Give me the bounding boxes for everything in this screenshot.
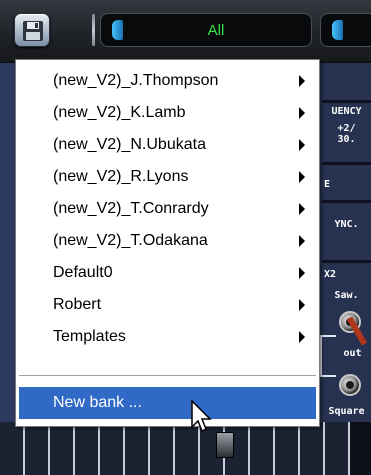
key[interactable]	[300, 422, 325, 475]
submenu-arrow-icon	[299, 139, 305, 151]
key[interactable]	[50, 422, 75, 475]
menu-item-new-bank[interactable]: New bank ...	[19, 387, 316, 419]
bank-context-menu: (new_V2)_J.Thompson (new_V2)_K.Lamb (new…	[15, 59, 320, 427]
panel-divider	[322, 100, 371, 103]
menu-item-label: (new_V2)_T.Conrardy	[53, 200, 209, 217]
menu-item-t-conrardy[interactable]: (new_V2)_T.Conrardy	[19, 193, 316, 225]
menu-separator	[19, 375, 316, 377]
preset-selector[interactable]	[320, 13, 371, 47]
menu-item-r-lyons[interactable]: (new_V2)_R.Lyons	[19, 161, 316, 193]
preset-knob-icon	[332, 20, 343, 40]
square-label: Square	[328, 406, 365, 417]
key[interactable]	[275, 422, 300, 475]
key[interactable]	[250, 422, 275, 475]
toolbar-separator	[92, 14, 95, 46]
x2-label: X2	[324, 269, 337, 280]
submenu-arrow-icon	[299, 267, 305, 279]
menu-item-label: Default0	[53, 264, 113, 281]
submenu-arrow-icon	[299, 235, 305, 247]
submenu-arrow-icon	[299, 203, 305, 215]
menu-item-k-lamb[interactable]: (new_V2)_K.Lamb	[19, 97, 316, 129]
floppy-disk-icon	[23, 21, 43, 41]
frequency-label: UENCY	[331, 106, 362, 117]
menu-item-label: (new_V2)_K.Lamb	[53, 104, 186, 121]
submenu-arrow-icon	[299, 299, 305, 311]
menu-item-label: (new_V2)_N.Ubukata	[53, 136, 206, 153]
toolbar: All	[0, 0, 371, 63]
panel-divider	[322, 200, 371, 203]
panel-divider	[322, 260, 371, 263]
menu-item-n-ubukata[interactable]: (new_V2)_N.Ubukata	[19, 129, 316, 161]
e-label: E	[324, 179, 331, 190]
menu-item-t-odakana[interactable]: (new_V2)_T.Odakana	[19, 225, 316, 257]
menu-item-label: Robert	[53, 296, 102, 313]
preset-bank-selector[interactable]: All	[100, 13, 312, 47]
key[interactable]	[0, 422, 25, 475]
menu-item-default0[interactable]: Default0	[19, 257, 316, 289]
menu-item-robert[interactable]: Robert	[19, 289, 316, 321]
menu-item-label: (new_V2)_R.Lyons	[53, 168, 189, 185]
key[interactable]	[100, 422, 125, 475]
submenu-arrow-icon	[299, 107, 305, 119]
range-label: 30.	[337, 134, 356, 145]
square-output-jack[interactable]	[339, 374, 361, 396]
menu-item-label: New bank ...	[53, 394, 142, 411]
out-label: out	[343, 348, 362, 359]
menu-item-label: (new_V2)_J.Thompson	[53, 72, 219, 89]
menu-item-templates[interactable]: Templates	[19, 321, 316, 353]
key[interactable]	[150, 422, 175, 475]
preset-bank-label: All	[207, 22, 225, 39]
submenu-arrow-icon	[299, 331, 305, 343]
submenu-arrow-icon	[299, 75, 305, 87]
sync-label: YNC.	[334, 219, 359, 230]
key[interactable]	[125, 422, 150, 475]
menu-item-j-thompson[interactable]: (new_V2)_J.Thompson	[19, 65, 316, 97]
saw-label: Saw.	[334, 290, 359, 301]
key[interactable]	[25, 422, 50, 475]
range-label: +2/	[337, 123, 356, 134]
menu-item-label: Templates	[53, 328, 126, 345]
keyboard-strip	[0, 422, 371, 475]
mouse-pointer-icon	[191, 400, 212, 433]
submenu-arrow-icon	[299, 171, 305, 183]
key[interactable]	[325, 422, 350, 475]
save-bank-button[interactable]	[14, 13, 50, 47]
menu-item-label: (new_V2)_T.Odakana	[53, 232, 208, 249]
key[interactable]	[75, 422, 100, 475]
panel-divider	[322, 162, 371, 165]
